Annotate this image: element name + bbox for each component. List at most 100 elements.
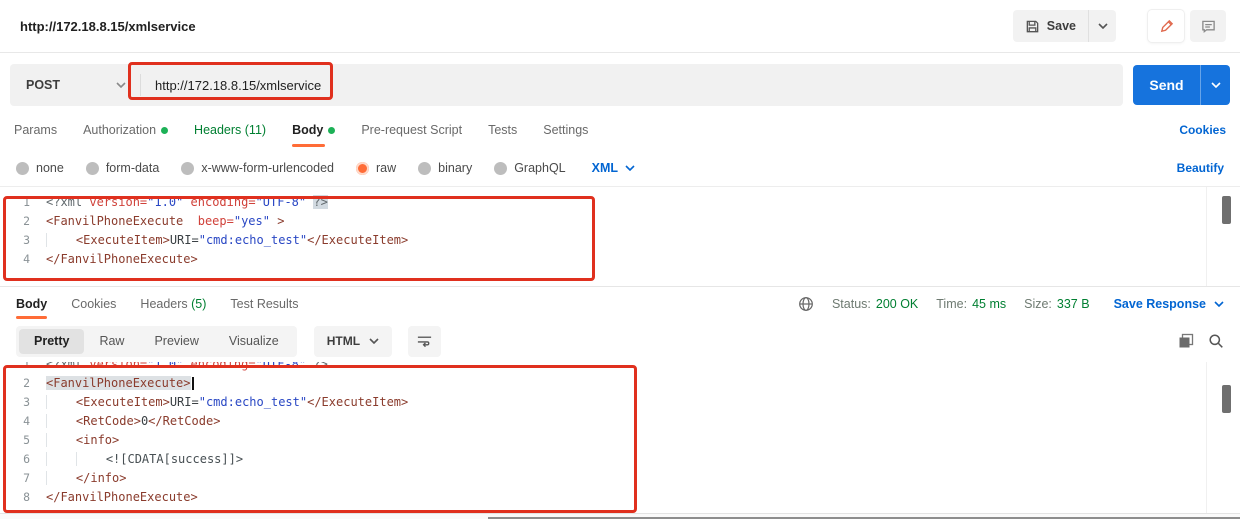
response-format-select[interactable]: HTML	[314, 326, 392, 357]
tab-label: Pre-request Script	[361, 117, 462, 143]
send-options-button[interactable]	[1200, 65, 1230, 105]
code-token: "UTF-8"	[256, 195, 307, 209]
request-body-editor[interactable]: 1<?xml version="1.0" encoding="UTF-8" ?>…	[0, 187, 1240, 287]
code-text: </FanvilPhoneExecute>	[46, 488, 198, 507]
response-view-row: PrettyRawPreviewVisualize HTML	[0, 320, 1240, 362]
body-type-none[interactable]: none	[16, 161, 64, 175]
status-label: Status:	[832, 297, 871, 311]
send-button-label[interactable]: Send	[1133, 65, 1200, 105]
tab-headers-11-[interactable]: Headers (11)	[194, 110, 266, 150]
tab-tests[interactable]: Tests	[488, 110, 517, 150]
code-text: <info>	[46, 431, 119, 450]
save-response-button[interactable]: Save Response	[1114, 297, 1224, 311]
edit-pencil-icon	[1159, 19, 1174, 34]
wrap-text-button[interactable]	[408, 326, 441, 357]
tab-pre-request-script[interactable]: Pre-request Script	[361, 110, 462, 150]
code-line[interactable]: 2<FanvilPhoneExecute>	[0, 374, 1240, 393]
response-tab-test-results[interactable]: Test Results	[230, 287, 298, 320]
code-text: <FanvilPhoneExecute>	[46, 374, 194, 393]
code-line[interactable]: 7 </info>	[0, 469, 1240, 488]
code-token: </FanvilPhoneExecute>	[46, 252, 198, 266]
scrollbar-thumb[interactable]	[1222, 196, 1231, 224]
cookies-link[interactable]: Cookies	[1179, 123, 1226, 137]
response-tabs-row: Body Cookies Headers (5) Test Results Statu…	[0, 287, 1240, 320]
url-input[interactable]: http://172.18.8.15/xmlservice	[155, 78, 1113, 93]
status-value: 200 OK	[876, 297, 918, 311]
edit-request-button[interactable]	[1148, 10, 1184, 42]
code-token: <ExecuteItem>	[76, 233, 170, 247]
body-type-raw[interactable]: raw	[356, 161, 396, 175]
code-token	[46, 471, 76, 485]
code-token: <FanvilPhoneExecute>	[46, 376, 191, 390]
code-line[interactable]: 4 <RetCode>0</RetCode>	[0, 412, 1240, 431]
body-type-binary[interactable]: binary	[418, 161, 472, 175]
body-type-form-data[interactable]: form-data	[86, 161, 160, 175]
scrollbar-thumb[interactable]	[1222, 385, 1231, 413]
code-text: <RetCode>0</RetCode>	[46, 412, 220, 431]
code-line[interactable]: 1<?xml version="1.0" encoding="UTF-8" ?>	[0, 193, 1240, 212]
view-tab-pretty[interactable]: Pretty	[19, 329, 84, 354]
code-line[interactable]: 5 <info>	[0, 431, 1240, 450]
tab-params[interactable]: Params	[14, 110, 57, 150]
tab-authorization[interactable]: Authorization	[83, 110, 168, 150]
tab-settings[interactable]: Settings	[543, 110, 588, 150]
code-line[interactable]: 3 <ExecuteItem>URI="cmd:echo_test"</Exec…	[0, 231, 1240, 250]
chevron-down-icon	[625, 165, 635, 171]
method-select[interactable]: POST	[26, 78, 126, 92]
code-line[interactable]: 3 <ExecuteItem>URI="cmd:echo_test"</Exec…	[0, 393, 1240, 412]
code-text: </info>	[46, 469, 126, 488]
code-line[interactable]: 4</FanvilPhoneExecute>	[0, 250, 1240, 269]
size-value: 337 B	[1057, 297, 1090, 311]
view-tab-preview[interactable]: Preview	[139, 329, 213, 354]
code-line[interactable]: 6 <![CDATA[success]]>	[0, 450, 1240, 469]
request-title: http://172.18.8.15/xmlservice	[20, 19, 196, 34]
code-lines: 1<?xml version="1.0" encoding="UTF-8" ?>…	[0, 362, 1240, 507]
code-line[interactable]: 1<?xml version="1.0" encoding="UTF-8" ?>	[0, 362, 1240, 374]
body-type-options: none form-data x-www-form-urlencoded raw bin…	[16, 161, 588, 175]
response-tab-body[interactable]: Body	[16, 287, 47, 320]
response-tab-headers[interactable]: Headers (5)	[140, 287, 206, 320]
beautify-link[interactable]: Beautify	[1177, 161, 1224, 175]
body-type-x-www-form-urlencoded[interactable]: x-www-form-urlencoded	[181, 161, 334, 175]
line-number: 4	[0, 250, 46, 269]
view-tab-visualize[interactable]: Visualize	[214, 329, 294, 354]
tab-label: Body	[292, 117, 323, 143]
line-number: 1	[0, 362, 46, 374]
code-token: <?xml	[46, 362, 82, 371]
code-line[interactable]: 8</FanvilPhoneExecute>	[0, 488, 1240, 507]
code-token: <ExecuteItem>	[76, 395, 170, 409]
response-body-editor[interactable]: 1<?xml version="1.0" encoding="UTF-8" ?>…	[0, 362, 1240, 519]
code-token: version=	[89, 362, 147, 371]
code-text: <ExecuteItem>URI="cmd:echo_test"</Execut…	[46, 231, 408, 250]
code-token: "cmd:echo_test"	[199, 395, 307, 409]
language-select[interactable]: XML	[592, 161, 635, 175]
body-type-graphql[interactable]: GraphQL	[494, 161, 565, 175]
tab-text: Body	[16, 297, 47, 311]
scrollbar-track	[1206, 187, 1207, 286]
chevron-down-icon	[1098, 23, 1108, 29]
view-tab-raw[interactable]: Raw	[84, 329, 139, 354]
code-token: <info>	[76, 433, 119, 447]
globe-icon[interactable]	[798, 296, 814, 312]
search-icon[interactable]	[1208, 333, 1224, 349]
response-tools	[1178, 333, 1224, 349]
tab-text: Headers	[140, 297, 187, 311]
tab-body[interactable]: Body	[292, 110, 335, 150]
save-options-button[interactable]	[1088, 10, 1116, 42]
request-tabs-list: Params Authorization Headers (11) Body Pre-r…	[14, 110, 614, 150]
send-button[interactable]: Send	[1133, 65, 1230, 105]
code-token: "1.0"	[147, 195, 183, 209]
comments-button[interactable]	[1190, 10, 1226, 42]
line-number: 5	[0, 431, 46, 450]
tab-label: Authorization	[83, 117, 156, 143]
code-line[interactable]: 2<FanvilPhoneExecute beep="yes" >	[0, 212, 1240, 231]
code-token: </RetCode>	[148, 414, 220, 428]
response-tab-cookies[interactable]: Cookies	[71, 287, 116, 320]
chevron-down-icon	[1211, 82, 1221, 88]
code-token	[183, 214, 197, 228]
tab-label: Body	[16, 292, 47, 316]
format-label: HTML	[327, 334, 360, 348]
copy-icon[interactable]	[1178, 333, 1194, 349]
save-button[interactable]: Save	[1013, 10, 1088, 42]
code-token: "cmd:echo_test"	[199, 233, 307, 247]
